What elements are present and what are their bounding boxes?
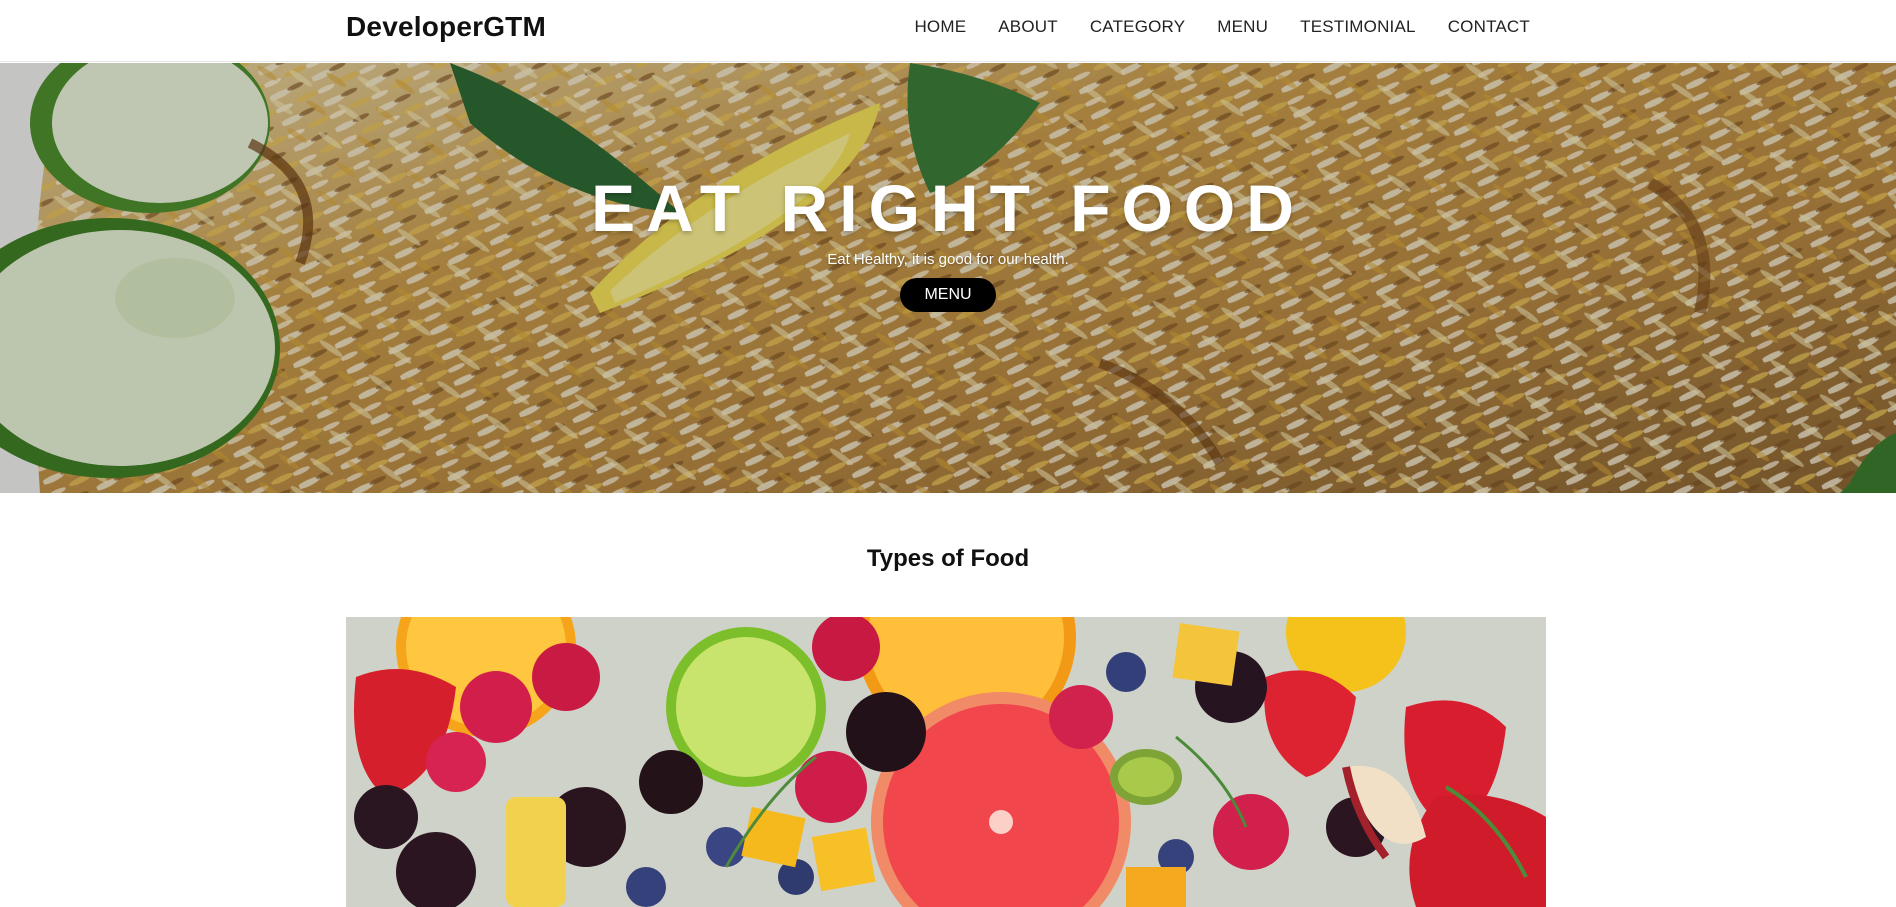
- nav-link-category[interactable]: CATEGORY: [1090, 17, 1185, 36]
- hero-title: EAT RIGHT FOOD: [591, 171, 1305, 245]
- nav-link-testimonial[interactable]: TESTIMONIAL: [1300, 17, 1416, 36]
- hero-content: EAT RIGHT FOOD Eat Healthy, it is good f…: [0, 175, 1896, 312]
- nav-link-contact[interactable]: CONTACT: [1448, 17, 1530, 36]
- nav-item-menu: MENU: [1217, 17, 1268, 37]
- menu-button[interactable]: MENU: [900, 278, 996, 312]
- top-navbar: DeveloperGTM HOME ABOUT CATEGORY MENU TE…: [0, 0, 1896, 62]
- nav-link-home[interactable]: HOME: [914, 17, 966, 36]
- fruit-platter-illustration: [346, 617, 1546, 907]
- hero-banner: EAT RIGHT FOOD Eat Healthy, it is good f…: [0, 63, 1896, 493]
- nav-link-menu[interactable]: MENU: [1217, 17, 1268, 36]
- section-title: Types of Food: [866, 545, 1030, 572]
- nav-item-contact: CONTACT: [1448, 17, 1530, 37]
- nav-item-category: CATEGORY: [1090, 17, 1185, 37]
- nav-item-testimonial: TESTIMONIAL: [1300, 17, 1416, 37]
- hero-subtitle: Eat Healthy, it is good for our health.: [827, 251, 1069, 268]
- nav-item-about: ABOUT: [998, 17, 1058, 37]
- fruit-platter-image: [346, 617, 1546, 907]
- types-of-food-section: Types of Food: [0, 493, 1896, 907]
- nav-item-home: HOME: [914, 17, 966, 37]
- nav-link-about[interactable]: ABOUT: [998, 17, 1058, 36]
- nav-menu: HOME ABOUT CATEGORY MENU TESTIMONIAL CON…: [914, 17, 1530, 37]
- brand-logo[interactable]: DeveloperGTM: [346, 11, 546, 43]
